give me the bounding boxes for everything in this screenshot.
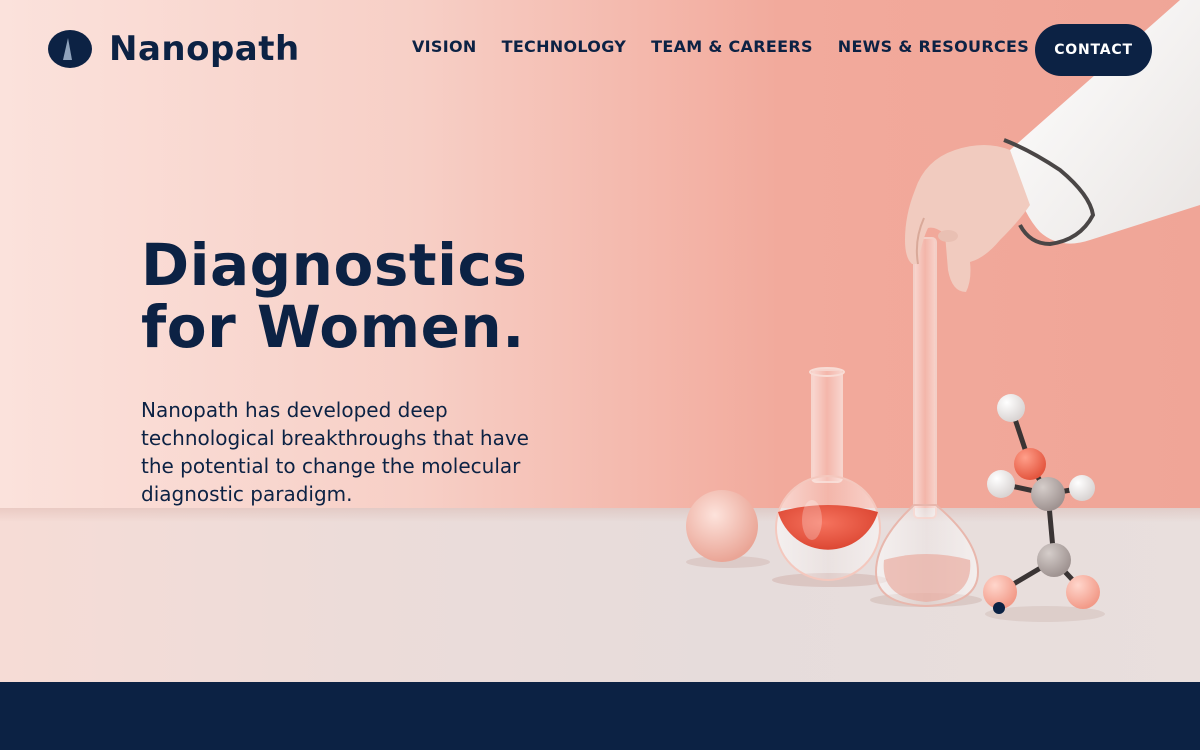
hero-section: Nanopath VISION TECHNOLOGY TEAM & CAREER… xyxy=(0,0,1200,682)
brand-name: Nanopath xyxy=(109,29,300,69)
nav-item-news-resources[interactable]: NEWS & RESOURCES xyxy=(838,36,1029,58)
brand-logo[interactable]: Nanopath xyxy=(47,28,300,70)
hero-subcopy: Nanopath has developed deep technologica… xyxy=(141,398,529,506)
hero-headline: Diagnostics for Women. xyxy=(141,234,581,358)
contact-button[interactable]: CONTACT xyxy=(1035,24,1152,76)
hero-headline-line-2: for Women. xyxy=(141,293,525,361)
main-nav: VISION TECHNOLOGY TEAM & CAREERS NEWS & … xyxy=(412,36,1029,58)
nav-item-technology[interactable]: TECHNOLOGY xyxy=(502,36,627,58)
molecule-model xyxy=(983,394,1105,622)
nav-item-vision[interactable]: VISION xyxy=(412,36,477,58)
nav-item-team-careers[interactable]: TEAM & CAREERS xyxy=(651,36,813,58)
hero-headline-line-1: Diagnostics xyxy=(141,231,528,299)
nanopath-logo-icon xyxy=(48,30,92,68)
next-section-band xyxy=(0,682,1200,750)
